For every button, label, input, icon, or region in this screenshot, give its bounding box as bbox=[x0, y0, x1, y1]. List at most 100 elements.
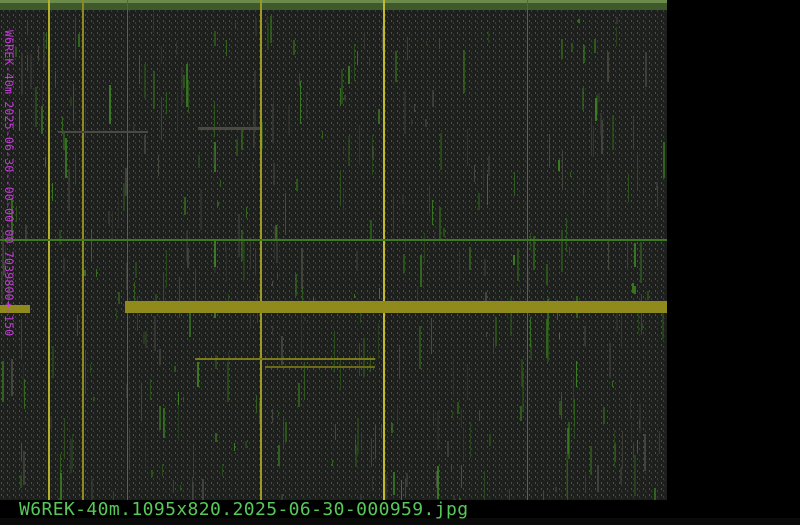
noise-streak bbox=[27, 20, 28, 34]
noise-streak bbox=[354, 294, 355, 298]
noise-streak bbox=[644, 434, 646, 471]
noise-streak bbox=[41, 106, 43, 134]
noise-streak bbox=[630, 394, 631, 419]
noise-streak bbox=[11, 359, 13, 396]
noise-streak bbox=[407, 37, 408, 60]
noise-streak bbox=[200, 189, 202, 230]
noise-streak bbox=[65, 138, 67, 178]
noise-streak bbox=[319, 25, 320, 38]
noise-streak bbox=[278, 445, 280, 466]
noise-streak bbox=[150, 379, 151, 400]
noise-streak bbox=[141, 383, 142, 421]
noise-streak bbox=[637, 440, 638, 452]
noise-streak bbox=[484, 259, 486, 276]
noise-streak bbox=[178, 392, 179, 405]
noise-streak bbox=[463, 427, 464, 462]
noise-streak bbox=[222, 464, 223, 476]
noise-streak bbox=[91, 229, 92, 261]
noise-streak bbox=[633, 116, 634, 149]
noise-streak bbox=[406, 473, 408, 487]
noise-streak bbox=[135, 262, 137, 278]
noise-streak bbox=[533, 236, 535, 270]
noise-streak bbox=[547, 334, 549, 362]
noise-streak bbox=[186, 231, 188, 261]
noise-streak bbox=[151, 470, 153, 477]
noise-streak bbox=[493, 337, 494, 354]
noise-streak bbox=[378, 323, 379, 359]
noise-streak bbox=[593, 126, 594, 157]
noise-streak bbox=[90, 364, 91, 373]
noise-streak bbox=[570, 172, 571, 177]
noise-streak bbox=[566, 455, 568, 498]
noise-streak bbox=[364, 32, 365, 50]
noise-streak bbox=[559, 333, 560, 339]
vertical-caption-label: W6REK-40m 2025-06-30--00-00-00 7039800+-… bbox=[2, 30, 16, 337]
noise-streak bbox=[607, 52, 609, 82]
noise-streak bbox=[453, 359, 454, 395]
noise-streak bbox=[35, 87, 37, 127]
noise-streak bbox=[397, 404, 398, 423]
noise-streak bbox=[375, 424, 376, 459]
noise-streak bbox=[559, 401, 561, 415]
noise-streak bbox=[267, 23, 269, 50]
noise-streak bbox=[616, 27, 617, 46]
noise-streak bbox=[153, 13, 154, 33]
noise-streak bbox=[173, 480, 174, 493]
noise-streak bbox=[632, 283, 634, 293]
noise-streak bbox=[405, 479, 406, 497]
noise-streak bbox=[296, 179, 298, 191]
noise-streak bbox=[437, 466, 439, 499]
noise-streak bbox=[225, 242, 226, 250]
signal-segment bbox=[125, 301, 667, 313]
noise-streak bbox=[530, 317, 531, 347]
noise-streak bbox=[183, 397, 184, 402]
noise-streak bbox=[356, 251, 358, 271]
noise-streak bbox=[561, 392, 562, 419]
noise-streak bbox=[488, 31, 489, 43]
noise-streak bbox=[52, 346, 54, 378]
noise-streak bbox=[214, 101, 215, 137]
noise-streak bbox=[595, 98, 597, 121]
noise-streak bbox=[645, 52, 647, 87]
noise-streak bbox=[272, 281, 273, 286]
noise-streak bbox=[639, 404, 641, 433]
noise-streak bbox=[514, 172, 515, 196]
noise-streak bbox=[509, 489, 510, 500]
noise-streak bbox=[395, 51, 397, 82]
noise-streak bbox=[612, 115, 614, 150]
noise-streak bbox=[573, 377, 574, 415]
noise-streak bbox=[177, 92, 178, 130]
noise-streak bbox=[241, 129, 243, 150]
noise-streak bbox=[241, 230, 243, 261]
noise-streak bbox=[370, 220, 372, 240]
noise-streak bbox=[348, 66, 350, 84]
noise-streak bbox=[43, 32, 45, 69]
waterfall-spectrogram-image[interactable]: W6REK-40m 2025-06-30--00-00-00 7039800+-… bbox=[0, 0, 667, 500]
noise-streak bbox=[355, 436, 356, 454]
noise-streak bbox=[215, 355, 217, 369]
noise-streak bbox=[228, 352, 229, 362]
noise-streak bbox=[38, 46, 39, 61]
noise-streak bbox=[226, 40, 227, 56]
noise-streak bbox=[393, 472, 395, 495]
noise-streak bbox=[322, 131, 323, 139]
noise-streak bbox=[144, 64, 146, 98]
noise-streak bbox=[637, 155, 638, 191]
noise-streak bbox=[335, 424, 336, 440]
noise-streak bbox=[642, 323, 643, 330]
noise-streak bbox=[361, 432, 362, 451]
noise-streak bbox=[357, 418, 359, 454]
noise-streak bbox=[616, 17, 618, 24]
noise-streak bbox=[463, 50, 465, 93]
noise-streak bbox=[569, 247, 570, 256]
noise-streak bbox=[85, 352, 86, 393]
noise-streak bbox=[234, 443, 235, 451]
filename-label: W6REK-40m.1095x820.2025-06-30-000959.jpg bbox=[19, 499, 469, 520]
noise-streak bbox=[298, 383, 300, 407]
noise-streak bbox=[452, 411, 453, 418]
noise-streak bbox=[125, 168, 127, 196]
noise-streak bbox=[470, 422, 471, 458]
noise-streak bbox=[561, 230, 563, 272]
noise-streak bbox=[50, 416, 52, 429]
noise-streak bbox=[461, 409, 462, 428]
